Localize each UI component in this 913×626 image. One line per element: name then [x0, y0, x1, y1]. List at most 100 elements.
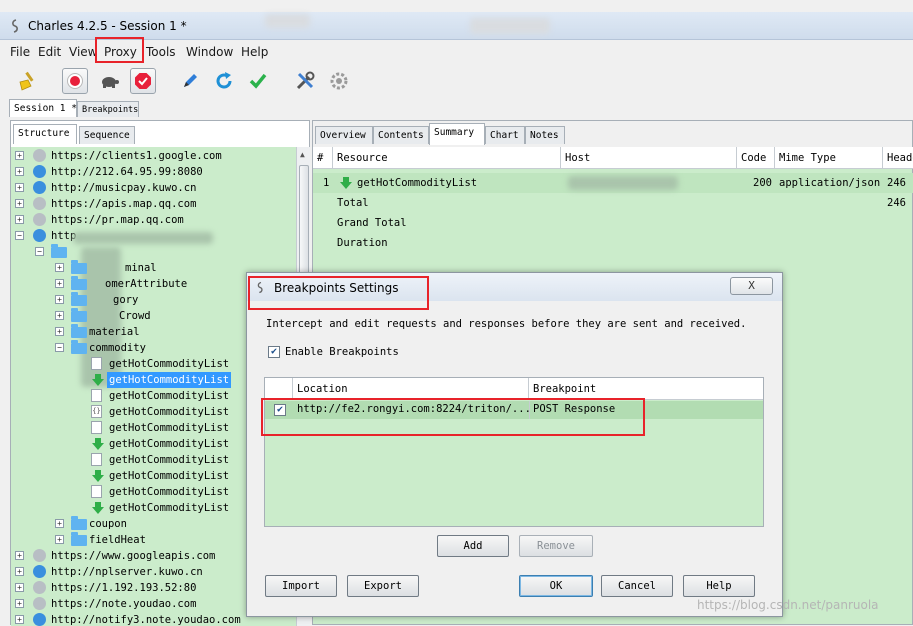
tools-button[interactable] — [292, 68, 318, 94]
col-host[interactable]: Host — [561, 147, 737, 169]
add-button[interactable]: Add — [437, 535, 509, 557]
enable-breakpoints-checkbox[interactable]: ✔ — [268, 346, 280, 358]
cancel-button[interactable]: Cancel — [601, 575, 673, 597]
row-number: 1 — [323, 177, 330, 189]
collapse-icon[interactable]: − — [35, 247, 44, 256]
folder-icon — [71, 308, 87, 322]
tree-request-label: getHotCommodityList — [109, 438, 230, 450]
download-arrow-icon — [92, 502, 104, 514]
tree-request-label: getHotCommodityList — [109, 454, 230, 466]
breakpoints-toggle-button[interactable] — [130, 68, 156, 94]
tree-request-label: getHotCommodityList — [109, 406, 230, 418]
menu-edit[interactable]: Edit — [38, 45, 61, 59]
close-button[interactable]: X — [730, 277, 773, 295]
column-divider — [529, 401, 530, 419]
globe-lock-icon — [33, 149, 46, 162]
tree-folder-label: material — [89, 326, 140, 338]
expand-icon[interactable]: + — [15, 167, 24, 176]
repeat-button[interactable] — [211, 68, 237, 94]
tree-folder-label: minal — [125, 262, 157, 274]
summary-total-row: Total 246 B — [313, 193, 913, 213]
validate-button[interactable] — [245, 68, 271, 94]
menu-help[interactable]: Help — [241, 45, 268, 59]
collapse-icon[interactable]: − — [55, 343, 64, 352]
folder-open-icon — [71, 340, 87, 354]
col-headers[interactable]: Heade — [883, 147, 913, 169]
menu-file[interactable]: File — [10, 45, 30, 59]
tab-breakpoints[interactable]: Breakpoints — [77, 101, 139, 117]
tab-chart[interactable]: Chart — [485, 126, 525, 144]
collapse-icon[interactable]: − — [15, 231, 24, 240]
expand-icon[interactable]: + — [15, 183, 24, 192]
blurred-host — [73, 232, 213, 244]
expand-icon[interactable]: + — [55, 519, 64, 528]
broom-clear-button[interactable] — [14, 68, 40, 94]
tab-overview[interactable]: Overview — [315, 126, 373, 144]
tree-request-label: getHotCommodityList — [109, 422, 230, 434]
globe-icon — [33, 165, 46, 178]
tab-structure[interactable]: Structure — [13, 124, 77, 144]
expand-icon[interactable]: + — [55, 295, 64, 304]
expand-icon[interactable]: + — [15, 583, 24, 592]
folder-icon — [71, 532, 87, 546]
summary-grand-total-row: Grand Total — [313, 213, 913, 233]
expand-icon[interactable]: + — [15, 215, 24, 224]
col-code[interactable]: Code — [737, 147, 775, 169]
expand-icon[interactable]: + — [55, 311, 64, 320]
tree-folder-label: commodity — [89, 342, 146, 354]
expand-icon[interactable]: + — [55, 327, 64, 336]
expand-icon[interactable]: + — [55, 535, 64, 544]
col-mime-type[interactable]: Mime Type — [775, 147, 883, 169]
tab-contents[interactable]: Contents — [373, 126, 429, 144]
menu-window[interactable]: Window — [186, 45, 233, 59]
expand-icon[interactable]: + — [15, 615, 24, 624]
col-number[interactable]: # — [313, 147, 333, 169]
menu-view[interactable]: View — [69, 45, 97, 59]
throttle-button[interactable] — [96, 68, 122, 94]
duration-label: Duration — [337, 237, 388, 249]
help-button[interactable]: Help — [683, 575, 755, 597]
breakpoint-row[interactable]: ✔ http://fe2.rongyi.com:8224/triton/... … — [265, 401, 763, 419]
breakpoints-table: Location Breakpoint ✔ http://fe2.rongyi.… — [264, 377, 764, 527]
expand-icon[interactable]: + — [15, 567, 24, 576]
globe-icon — [33, 181, 46, 194]
breakpoint-enabled-checkbox[interactable]: ✔ — [274, 404, 286, 416]
remove-button[interactable]: Remove — [519, 535, 593, 557]
export-button[interactable]: Export — [347, 575, 419, 597]
enable-breakpoints-label[interactable]: Enable Breakpoints — [285, 346, 399, 358]
expand-icon[interactable]: + — [55, 279, 64, 288]
blurred-region — [265, 14, 310, 28]
tab-sequence[interactable]: Sequence — [79, 126, 135, 144]
globe-lock-icon — [33, 213, 46, 226]
expand-icon[interactable]: + — [55, 263, 64, 272]
summary-row[interactable]: 1 getHotCommodityList 200 application/js… — [313, 173, 913, 193]
tab-summary[interactable]: Summary — [429, 123, 485, 145]
col-resource[interactable]: Resource — [333, 147, 561, 169]
expand-icon[interactable]: + — [15, 551, 24, 560]
compose-button[interactable] — [177, 68, 203, 94]
folder-icon — [71, 292, 87, 306]
tree-request-label: getHotCommodityList — [107, 372, 232, 388]
globe-lock-icon — [33, 597, 46, 610]
col-enabled — [265, 378, 293, 400]
settings-button[interactable] — [326, 68, 352, 94]
download-arrow-icon — [92, 470, 104, 482]
folder-icon — [51, 244, 67, 258]
import-button[interactable]: Import — [265, 575, 337, 597]
tab-session-1[interactable]: Session 1 * — [9, 99, 77, 117]
menu-bar: File Edit View Proxy Tools Window Help — [0, 41, 913, 63]
expand-icon[interactable]: + — [15, 599, 24, 608]
menu-tools[interactable]: Tools — [146, 45, 176, 59]
ok-button[interactable]: OK — [519, 575, 593, 597]
col-breakpoint[interactable]: Breakpoint — [529, 378, 763, 400]
tab-notes[interactable]: Notes — [525, 126, 565, 144]
expand-icon[interactable]: + — [15, 199, 24, 208]
tree-folder-label: gory — [113, 294, 139, 306]
tree-request-label: getHotCommodityList — [109, 390, 230, 402]
col-location[interactable]: Location — [293, 378, 529, 400]
menu-proxy[interactable]: Proxy — [104, 45, 137, 59]
tree-host-label: https://apis.map.qq.com — [51, 198, 197, 210]
scroll-up-arrow-icon[interactable]: ▲ — [300, 150, 305, 159]
expand-icon[interactable]: + — [15, 151, 24, 160]
record-button[interactable] — [62, 68, 88, 94]
